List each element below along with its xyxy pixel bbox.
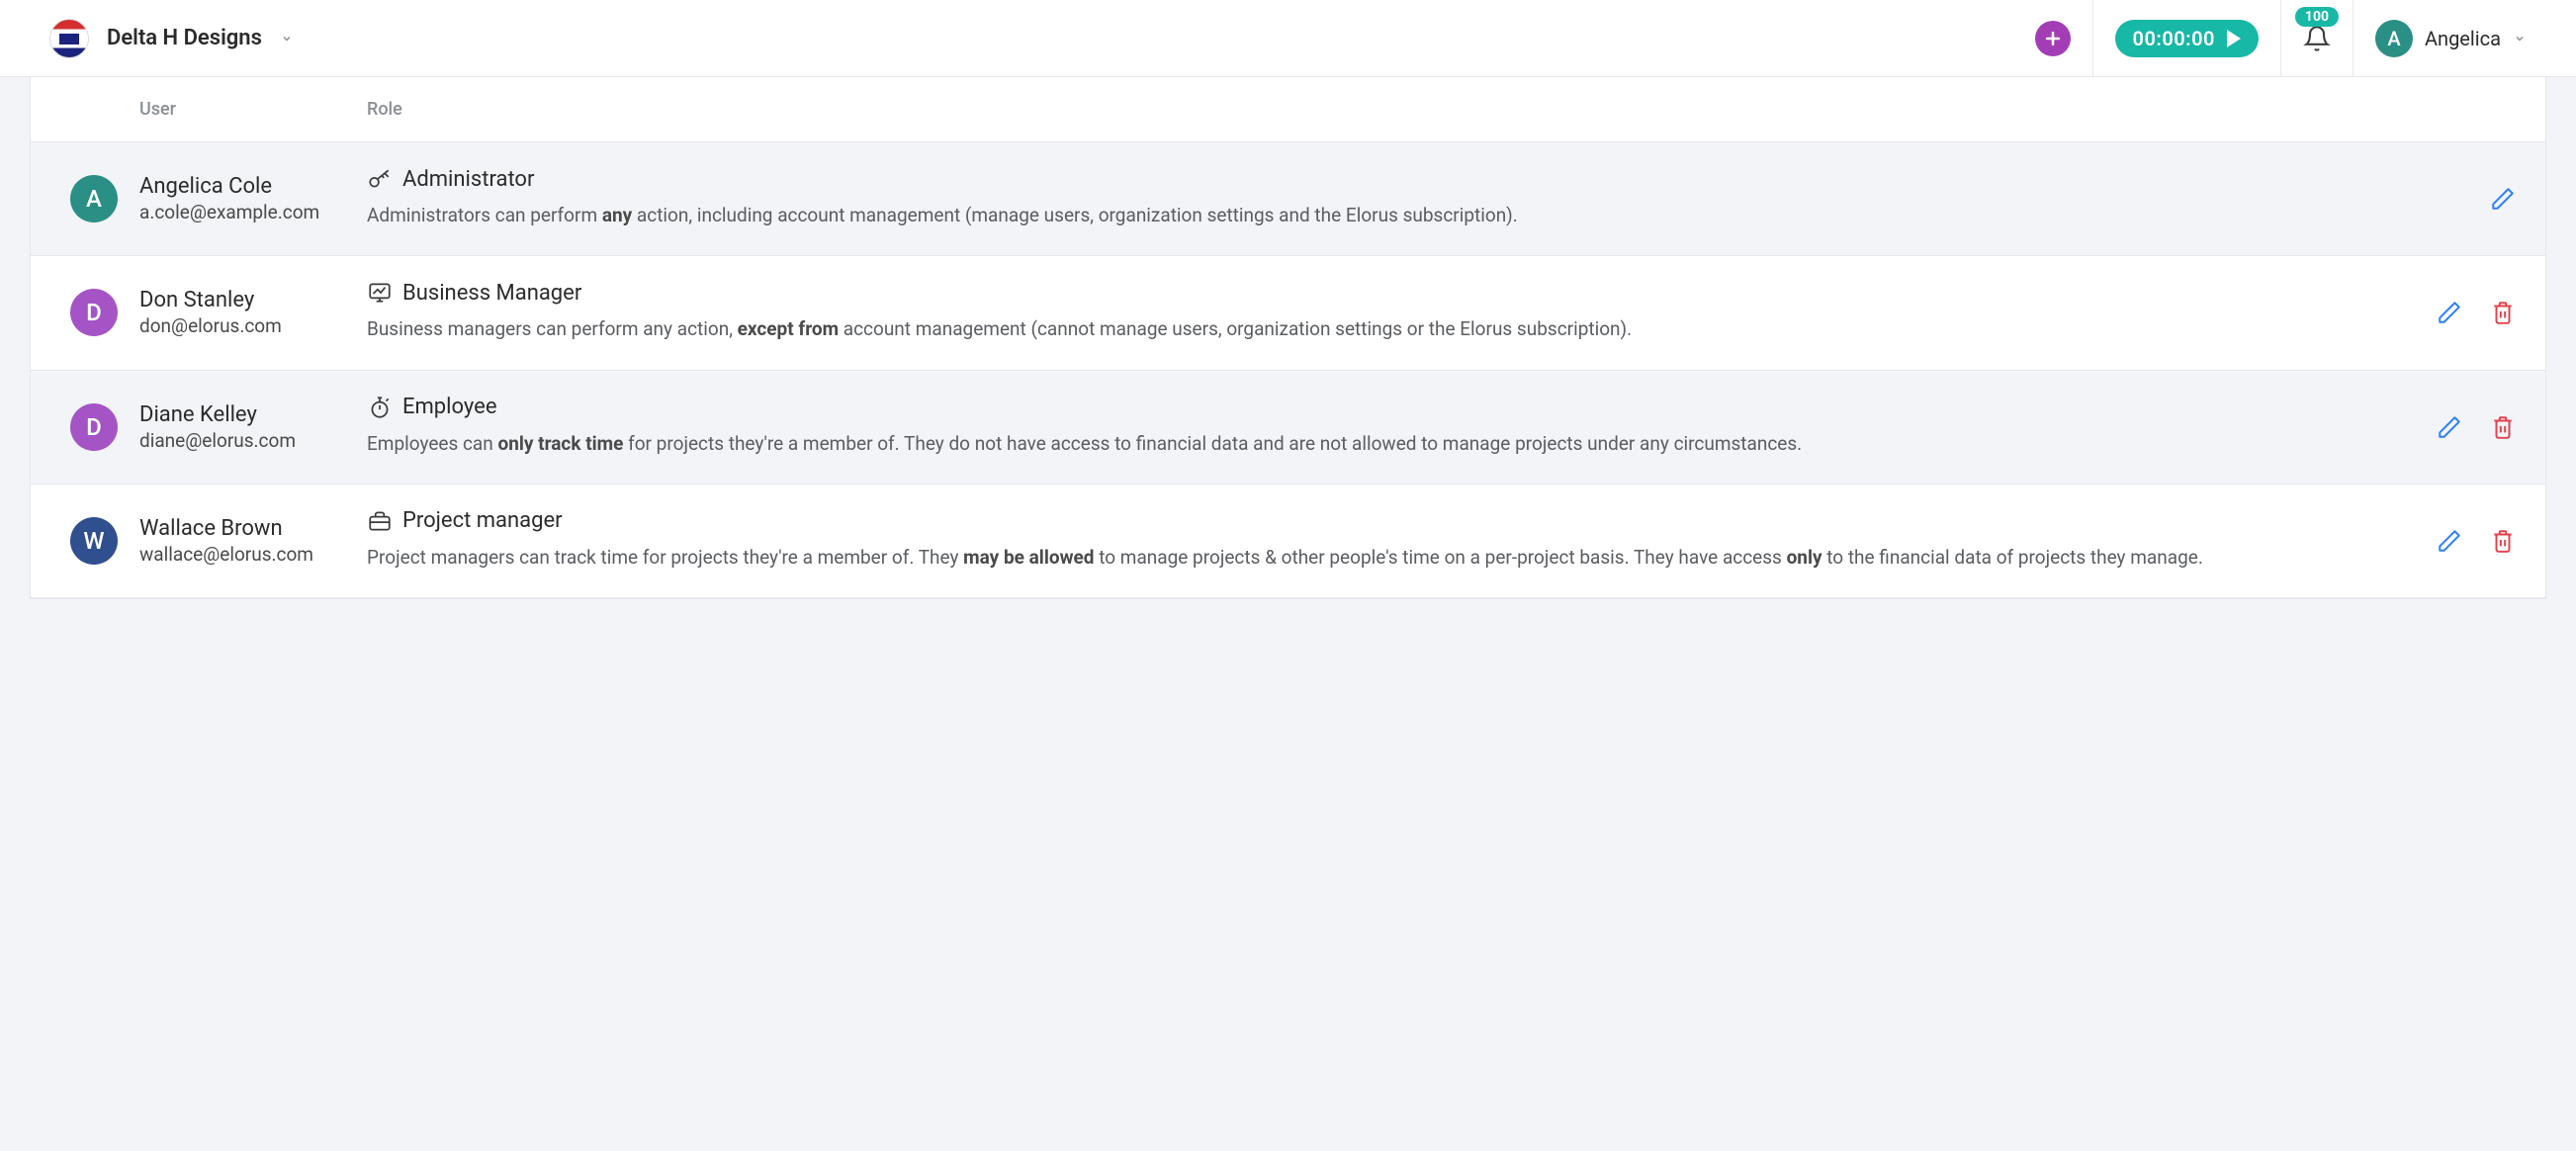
- role-title: Employee: [402, 395, 497, 419]
- row-actions: [2397, 414, 2516, 440]
- user-full-name: Don Stanley: [139, 288, 367, 312]
- user-cell: Diane Kelleydiane@elorus.com: [139, 402, 367, 452]
- user-name: Angelica: [2425, 27, 2501, 50]
- content: User Role A Angelica Colea.cole@example.c…: [0, 77, 2576, 629]
- user-cell: Don Stanleydon@elorus.com: [139, 288, 367, 337]
- avatar: D: [70, 289, 118, 336]
- user-full-name: Angelica Cole: [139, 174, 367, 199]
- pencil-icon: [2437, 414, 2462, 440]
- user-full-name: Diane Kelley: [139, 402, 367, 427]
- org-switcher[interactable]: Delta H Designs: [49, 19, 294, 58]
- user-full-name: Wallace Brown: [139, 516, 367, 541]
- column-header-role: Role: [367, 99, 2397, 120]
- add-button[interactable]: [2035, 21, 2071, 56]
- avatar: W: [70, 517, 118, 565]
- role-description: Business managers can perform any action…: [367, 313, 2377, 345]
- role-title: Business Manager: [402, 281, 581, 306]
- header-add-wrap: [2013, 0, 2092, 76]
- column-header-user: User: [139, 99, 367, 120]
- trash-icon: [2490, 300, 2516, 325]
- chevron-down-icon: [280, 32, 294, 45]
- notification-badge: 100: [2295, 7, 2339, 27]
- edit-button[interactable]: [2437, 414, 2462, 440]
- users-table: User Role A Angelica Colea.cole@example.c…: [30, 77, 2546, 599]
- app-header: Delta H Designs 00:00:00 100: [0, 0, 2576, 77]
- user-cell: Wallace Brownwallace@elorus.com: [139, 516, 367, 566]
- trash-icon: [2490, 414, 2516, 440]
- org-logo: [49, 19, 89, 58]
- key-icon: [367, 166, 393, 192]
- role-description: Project managers can track time for proj…: [367, 542, 2377, 574]
- timer-button[interactable]: 00:00:00: [2115, 20, 2259, 57]
- org-name: Delta H Designs: [107, 26, 262, 50]
- role-cell: Business Manager Business managers can pe…: [367, 280, 2397, 345]
- user-email: diane@elorus.com: [139, 429, 367, 452]
- role-title-row: Project manager: [367, 508, 2377, 534]
- role-title-row: Business Manager: [367, 280, 2377, 306]
- role-title: Administrator: [402, 167, 534, 192]
- table-row: DDiane Kelleydiane@elorus.comEmployeeEmp…: [31, 371, 2545, 485]
- role-cell: Employee Employees can only track time fo…: [367, 395, 2397, 460]
- briefcase-icon: [367, 508, 393, 534]
- row-actions: [2397, 300, 2516, 325]
- table-row: WWallace Brownwallace@elorus.comProject …: [31, 485, 2545, 598]
- user-email: a.cole@example.com: [139, 201, 367, 223]
- role-title: Project manager: [402, 508, 563, 533]
- header-timer-wrap: 00:00:00: [2092, 0, 2280, 76]
- user-email: wallace@elorus.com: [139, 543, 367, 566]
- header-bell-wrap: 100: [2280, 0, 2353, 76]
- row-actions: [2397, 528, 2516, 554]
- edit-button[interactable]: [2490, 186, 2516, 212]
- role-cell: Project manager Project managers can trac…: [367, 508, 2397, 574]
- chart-icon: [367, 280, 393, 306]
- chevron-down-icon: [2513, 32, 2527, 45]
- timer-value: 00:00:00: [2133, 27, 2215, 50]
- pencil-icon: [2437, 528, 2462, 554]
- notifications-button[interactable]: 100: [2303, 25, 2331, 52]
- role-title-row: Administrator: [367, 166, 2377, 192]
- edit-button[interactable]: [2437, 528, 2462, 554]
- row-actions: [2397, 186, 2516, 212]
- user-cell: Angelica Colea.cole@example.com: [139, 174, 367, 223]
- role-title-row: Employee: [367, 395, 2377, 420]
- header-user-wrap: A Angelica: [2353, 0, 2548, 76]
- delete-button[interactable]: [2490, 300, 2516, 325]
- header-right: 00:00:00 100 A Angelica: [2013, 0, 2548, 76]
- role-description: Administrators can perform any action, i…: [367, 200, 2377, 231]
- role-description: Employees can only track time for projec…: [367, 428, 2377, 460]
- role-cell: Administrator Administrators can perform …: [367, 166, 2397, 231]
- delete-button[interactable]: [2490, 414, 2516, 440]
- stopwatch-icon: [367, 395, 393, 420]
- user-email: don@elorus.com: [139, 314, 367, 337]
- table-row: DDon Stanleydon@elorus.comBusiness Manag…: [31, 256, 2545, 370]
- pencil-icon: [2490, 186, 2516, 212]
- trash-icon: [2490, 528, 2516, 554]
- pencil-icon: [2437, 300, 2462, 325]
- edit-button[interactable]: [2437, 300, 2462, 325]
- table-row: AAngelica Colea.cole@example.comAdminist…: [31, 142, 2545, 256]
- user-menu[interactable]: A Angelica: [2375, 20, 2527, 57]
- table-header: User Role: [31, 77, 2545, 142]
- delete-button[interactable]: [2490, 528, 2516, 554]
- play-icon: [2227, 30, 2241, 47]
- avatar: D: [70, 403, 118, 451]
- avatar: A: [70, 175, 118, 222]
- avatar: A: [2375, 20, 2413, 57]
